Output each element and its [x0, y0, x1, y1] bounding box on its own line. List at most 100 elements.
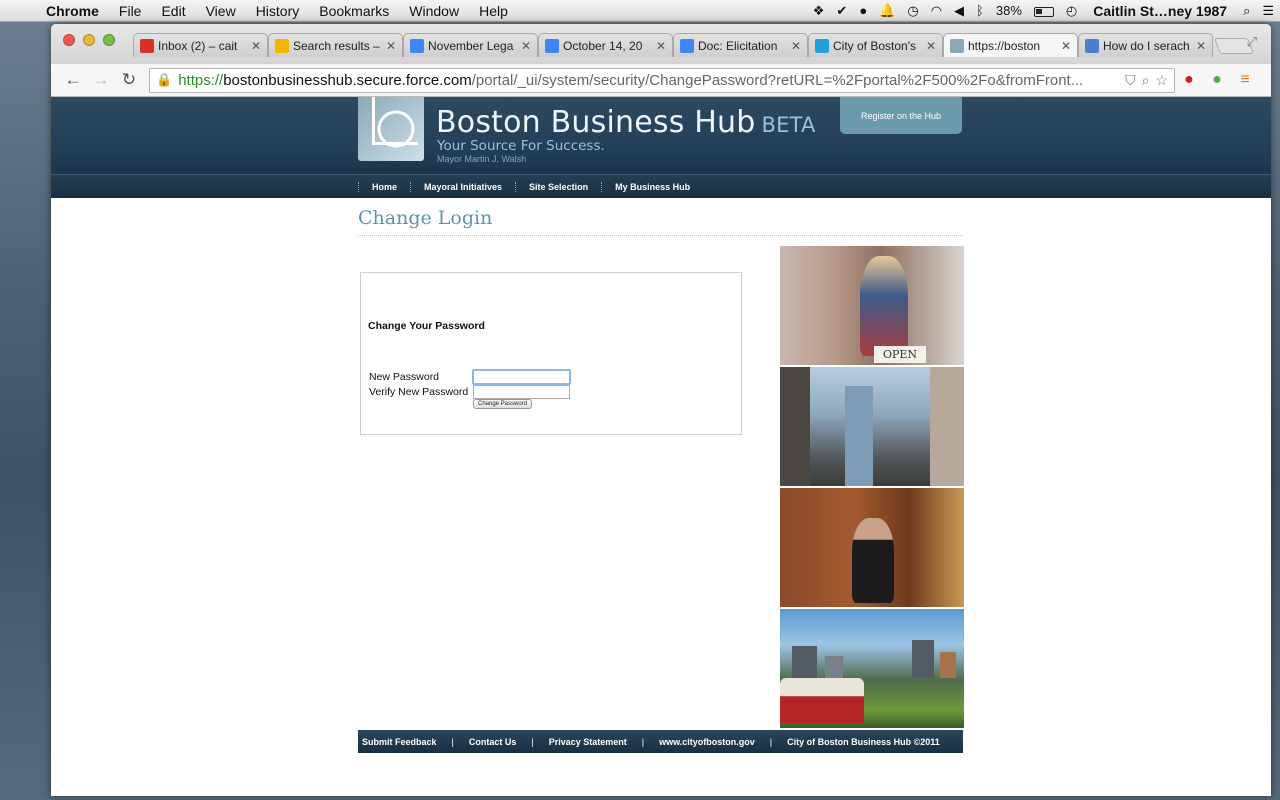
browser-toolbar: ← → ↻ 🔒 https:// bostonbusinesshub.secur…: [51, 64, 1271, 97]
boston-skyline-tram-photo: [780, 609, 964, 728]
address-bar[interactable]: 🔒 https:// bostonbusinesshub.secure.forc…: [149, 67, 1175, 93]
battery-icon[interactable]: [1028, 3, 1060, 18]
tab-title: https://boston: [968, 38, 1041, 53]
tab-title: Doc: Elicitation: [698, 38, 778, 53]
spotlight-search-icon[interactable]: ⌕: [1237, 3, 1256, 19]
battery-percent[interactable]: 38%: [990, 3, 1028, 18]
checkmark-icon[interactable]: ✔: [830, 3, 853, 19]
docs-icon: [410, 38, 424, 53]
browser-tabs: Inbox (2) – cait ✕ Search results – ✕ Novemb…: [133, 33, 1254, 64]
browser-tab[interactable]: How do I serach ✕: [1078, 33, 1213, 57]
footer-contact-us[interactable]: Contact Us: [469, 737, 517, 747]
close-tab-icon[interactable]: ✕: [386, 39, 396, 53]
city-street-photo: [780, 367, 964, 486]
footer-city-site[interactable]: www.cityofboston.gov: [659, 737, 755, 747]
nav-site-selection[interactable]: Site Selection: [515, 182, 601, 192]
site-footer: Submit Feedback | Contact Us | Privacy S…: [358, 730, 963, 753]
beta-label: BETA: [761, 113, 816, 137]
menubar-tray: ❖ ✔ ● 🔔 ◷ ◠ ◀ ᛒ 38% ◴ Caitlin St…ney 198…: [807, 0, 1280, 22]
browser-tab[interactable]: November Lega ✕: [403, 33, 538, 57]
back-button[interactable]: ←: [59, 70, 87, 90]
browser-tab[interactable]: Inbox (2) – cait ✕: [133, 33, 268, 57]
evernote-extension-icon[interactable]: ●: [1203, 71, 1231, 89]
docs-icon: [545, 38, 559, 53]
footer-submit-feedback[interactable]: Submit Feedback: [362, 737, 437, 747]
mac-menubar: Chrome File Edit View History Bookmarks …: [0, 0, 1280, 22]
clock-icon[interactable]: ◴: [1060, 3, 1083, 19]
new-password-input[interactable]: [472, 369, 571, 385]
bluetooth-icon[interactable]: ᛒ: [970, 3, 990, 18]
close-tab-icon[interactable]: ✕: [521, 39, 531, 53]
notification-center-icon[interactable]: ☰: [1256, 3, 1280, 19]
nav-home[interactable]: Home: [358, 182, 410, 192]
menu-app-chrome[interactable]: Chrome: [34, 3, 109, 19]
close-window-button[interactable]: [63, 34, 75, 46]
tab-title: October 14, 20: [563, 38, 643, 53]
browser-tab[interactable]: https://boston ✕: [943, 33, 1078, 57]
shield-icon[interactable]: ⛉: [1125, 72, 1136, 89]
dropbox-icon[interactable]: ❖: [807, 3, 831, 19]
footer-privacy-statement[interactable]: Privacy Statement: [549, 737, 627, 747]
page-icon: [950, 38, 964, 53]
pinterest-icon[interactable]: ●: [1175, 71, 1203, 89]
user-name[interactable]: Caitlin St…ney 1987: [1083, 3, 1237, 19]
web-page: Boston Business Hub BETA Your Source For …: [51, 97, 1271, 796]
chrome-menu-icon[interactable]: ≡: [1231, 71, 1259, 89]
salesforce-icon: [815, 38, 829, 53]
wifi-icon[interactable]: ◠: [925, 3, 948, 19]
browser-tab[interactable]: City of Boston's ✕: [808, 33, 943, 57]
reload-button[interactable]: ↻: [115, 70, 143, 90]
time-machine-icon[interactable]: ◷: [901, 3, 924, 19]
menu-edit[interactable]: Edit: [151, 3, 195, 19]
tab-title: November Lega: [428, 38, 514, 53]
menu-view[interactable]: View: [196, 3, 246, 19]
omnibox-icons: ⛉ ⌕ ☆: [1119, 72, 1168, 89]
menu-history[interactable]: History: [246, 3, 310, 19]
notification-bell-icon[interactable]: 🔔: [873, 3, 901, 19]
change-password-button[interactable]: Change Password: [473, 399, 533, 409]
volume-icon[interactable]: ◀: [948, 3, 970, 19]
minimize-window-button[interactable]: [83, 34, 95, 46]
verify-password-label: Verify New Password: [369, 386, 469, 398]
page-title: Change Login: [358, 207, 963, 236]
zoom-icon[interactable]: ⌕: [1142, 72, 1150, 89]
fullscreen-icon[interactable]: ⤢: [1247, 34, 1257, 50]
verify-password-input[interactable]: [473, 385, 570, 399]
tab-title: Inbox (2) – cait: [158, 38, 238, 53]
secure-lock-icon[interactable]: 🔒: [156, 72, 172, 88]
menu-help[interactable]: Help: [469, 3, 518, 19]
nav-mayoral-initiatives[interactable]: Mayoral Initiatives: [410, 182, 515, 192]
open-sign: OPEN: [874, 346, 926, 363]
shop-owner-photo: OPEN: [780, 246, 964, 365]
close-tab-icon[interactable]: ✕: [1196, 39, 1206, 53]
nav-my-business-hub[interactable]: My Business Hub: [601, 182, 703, 192]
zoom-window-button[interactable]: [103, 34, 115, 46]
menu-file[interactable]: File: [109, 3, 152, 19]
drive-icon: [275, 38, 289, 53]
tab-title: How do I serach: [1103, 38, 1190, 53]
restaurant-owner-photo: [780, 488, 964, 607]
close-tab-icon[interactable]: ✕: [1061, 39, 1071, 53]
boston-hub-logo[interactable]: [358, 97, 424, 161]
browser-tab[interactable]: Search results – ✕: [268, 33, 403, 57]
register-button[interactable]: Register on the Hub: [840, 97, 962, 134]
menu-window[interactable]: Window: [399, 3, 469, 19]
url-host: bostonbusinesshub.secure.force.com: [223, 71, 472, 89]
docs-icon: [680, 38, 694, 53]
tab-title: Search results –: [293, 38, 380, 53]
url-protocol: https://: [178, 71, 224, 89]
forward-button[interactable]: →: [87, 70, 115, 90]
close-tab-icon[interactable]: ✕: [251, 39, 261, 53]
bookmark-star-icon[interactable]: ☆: [1155, 72, 1168, 89]
site-header: Boston Business Hub BETA Your Source For …: [51, 97, 1271, 174]
browser-tab[interactable]: October 14, 20 ✕: [538, 33, 673, 57]
close-tab-icon[interactable]: ✕: [926, 39, 936, 53]
change-password-heading: Change Your Password: [368, 320, 485, 332]
gmail-icon: [140, 38, 154, 53]
close-tab-icon[interactable]: ✕: [656, 39, 666, 53]
browser-tab[interactable]: Doc: Elicitation ✕: [673, 33, 808, 57]
close-tab-icon[interactable]: ✕: [791, 39, 801, 53]
evernote-icon[interactable]: ●: [853, 3, 873, 18]
site-title: Boston Business Hub BETA: [436, 105, 816, 140]
menu-bookmarks[interactable]: Bookmarks: [309, 3, 399, 19]
